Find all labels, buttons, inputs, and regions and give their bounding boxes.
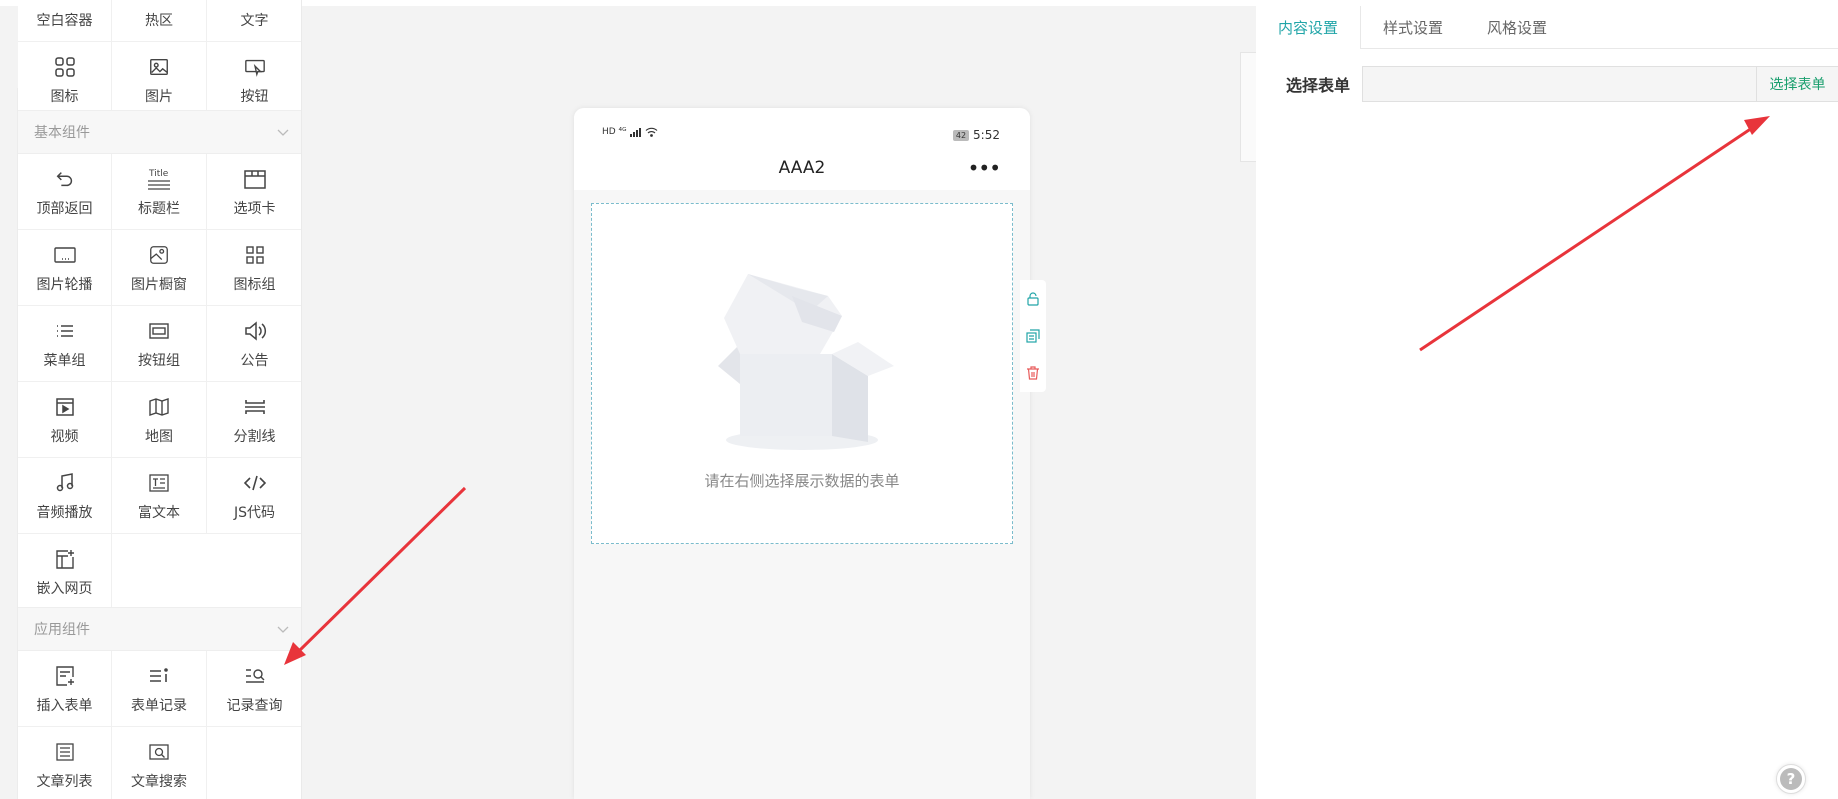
left-edge-strip	[0, 88, 18, 799]
chevron-down-icon	[277, 129, 289, 136]
component-carousel[interactable]: 图片轮播	[18, 230, 112, 306]
button-group-icon	[146, 318, 172, 344]
image-icon	[146, 54, 172, 80]
form-component-placeholder[interactable]: 请在右侧选择展示数据的表单	[591, 203, 1013, 544]
article-list-icon	[52, 739, 78, 765]
embed-page-icon	[52, 546, 78, 572]
tab-style-settings[interactable]: 样式设置	[1361, 6, 1465, 49]
component-tab-card[interactable]: 选项卡	[207, 154, 301, 230]
component-button-group[interactable]: 按钮组	[112, 306, 207, 382]
component-record-search[interactable]: 记录查询	[207, 651, 301, 727]
rich-text-icon	[146, 470, 172, 496]
component-image[interactable]: 图片	[112, 42, 207, 118]
signal-icon	[629, 127, 641, 137]
component-insert-form[interactable]: 插入表单	[18, 651, 112, 727]
menu-list-icon	[52, 318, 78, 344]
text-icon	[242, 0, 268, 4]
insert-form-icon	[52, 663, 78, 689]
component-embed-page[interactable]: 嵌入网页	[18, 534, 112, 610]
blank-container-icon	[52, 0, 78, 4]
status-bar-left: HD ⁴ᴳ	[602, 127, 658, 137]
svg-text:Title: Title	[148, 169, 169, 179]
component-menu-group[interactable]: 菜单组	[18, 306, 112, 382]
empty-box-illustration	[718, 274, 894, 450]
component-hotspot[interactable]: 热区	[112, 0, 207, 42]
copy-icon[interactable]	[1023, 326, 1043, 346]
component-action-toolbar	[1020, 280, 1046, 392]
back-icon	[52, 166, 78, 192]
delete-icon[interactable]	[1023, 363, 1043, 383]
chevron-down-icon	[277, 626, 289, 633]
app-components-grid: 插入表单 表单记录 记录查询 文章列表 文章搜索	[18, 651, 301, 799]
status-bar-right: 42 5:52	[952, 128, 1000, 142]
component-image-window[interactable]: 图片橱窗	[112, 230, 207, 306]
tab-content-settings[interactable]: 内容设置	[1256, 6, 1362, 49]
select-form-input[interactable]	[1362, 66, 1756, 102]
component-video[interactable]: 视频	[18, 382, 112, 458]
component-blank-container[interactable]: 空白容器	[18, 0, 112, 42]
panel-collapse-handle[interactable]	[1240, 52, 1256, 162]
wifi-icon	[645, 127, 657, 137]
component-icon[interactable]: 图标	[18, 42, 112, 118]
arrow-to-record-search	[284, 486, 467, 665]
component-text[interactable]: 文字	[207, 0, 301, 42]
component-audio[interactable]: 音频播放	[18, 458, 112, 534]
speaker-icon	[242, 318, 268, 344]
component-icon-group[interactable]: 图标组	[207, 230, 301, 306]
section-basic-components[interactable]: 基本组件	[18, 110, 301, 154]
top-components-grid: 空白容器 热区 文字 图标 图片 按钮	[18, 0, 301, 118]
component-panel: 空白容器 热区 文字 图标 图片 按钮 基本组件 顶部返回 Title 标题栏 …	[18, 0, 302, 799]
basic-components-grid: 顶部返回 Title 标题栏 选项卡 图片轮播 图片橱窗 图标组 菜单组 按钮组…	[18, 154, 301, 610]
component-article-list[interactable]: 文章列表	[18, 727, 112, 799]
component-form-record[interactable]: 表单记录	[112, 651, 207, 727]
icon-group-icon	[242, 242, 268, 268]
select-form-button[interactable]: 选择表单	[1756, 66, 1838, 102]
record-search-icon	[242, 663, 268, 689]
icon-grid-icon	[52, 54, 78, 80]
settings-tabs: 内容设置 样式设置 风格设置	[1256, 6, 1838, 49]
map-icon	[146, 394, 172, 420]
music-icon	[52, 470, 78, 496]
title-bar-icon: Title	[146, 166, 172, 192]
form-record-icon	[146, 663, 172, 689]
tab-theme-settings[interactable]: 风格设置	[1465, 6, 1569, 49]
component-top-back[interactable]: 顶部返回	[18, 154, 112, 230]
carousel-icon	[52, 242, 78, 268]
component-rich-text[interactable]: 富文本	[112, 458, 207, 534]
phone-header: HD ⁴ᴳ 42 5:52 AAA2 •••	[574, 108, 1030, 190]
battery-icon: 42	[952, 129, 970, 141]
image-window-icon	[146, 242, 172, 268]
divider-icon	[242, 394, 268, 420]
phone-preview: HD ⁴ᴳ 42 5:52 AAA2 ••• 请在右侧选择展示数据的表单	[574, 108, 1030, 799]
component-article-search[interactable]: 文章搜索	[112, 727, 207, 799]
button-icon	[242, 54, 268, 80]
more-icon[interactable]: •••	[968, 158, 1001, 178]
lock-icon[interactable]	[1023, 289, 1043, 309]
phone-page-title: AAA2	[778, 158, 826, 178]
section-app-components[interactable]: 应用组件	[18, 607, 301, 651]
code-icon	[242, 470, 268, 496]
hotspot-icon	[146, 0, 172, 4]
component-notice[interactable]: 公告	[207, 306, 301, 382]
select-form-label: 选择表单	[1286, 76, 1351, 95]
help-button[interactable]: ?	[1776, 764, 1806, 794]
video-icon	[52, 394, 78, 420]
component-divider[interactable]: 分割线	[207, 382, 301, 458]
component-js-code[interactable]: JS代码	[207, 458, 301, 534]
component-button[interactable]: 按钮	[207, 42, 301, 118]
component-map[interactable]: 地图	[112, 382, 207, 458]
article-search-icon	[146, 739, 172, 765]
component-title-bar[interactable]: Title 标题栏	[112, 154, 207, 230]
help-icon: ?	[1780, 768, 1802, 790]
empty-state-text: 请在右侧选择展示数据的表单	[704, 472, 900, 490]
settings-panel: 内容设置 样式设置 风格设置 选择表单 选择表单	[1256, 0, 1838, 799]
tab-card-icon	[242, 166, 268, 192]
